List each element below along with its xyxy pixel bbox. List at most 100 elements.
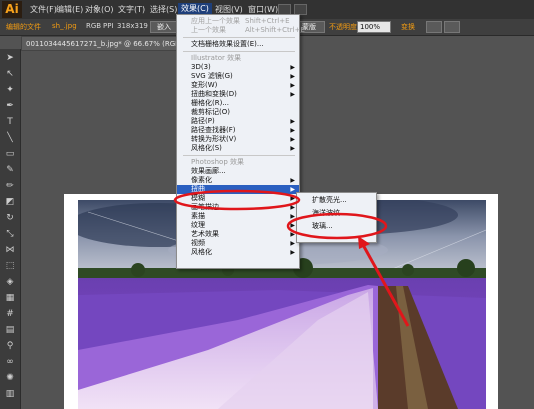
menu-section-header: Illustrator 效果 [177,54,299,63]
embed-button-label: 嵌入 [157,23,171,31]
distort-submenu-item[interactable]: 海洋波纹... [297,209,376,220]
submenu-arrow-icon: ▶ [290,186,295,193]
opacity-field[interactable]: 100% [357,21,391,33]
effect-menu-item[interactable]: 路径(P) ▶ [177,117,299,126]
menu-item-label: 效果画廊... [191,167,226,175]
magic-wand-tool-icon[interactable]: ✦ [5,85,15,95]
menu-item-shortcut: Shift+Ctrl+E [245,17,290,25]
shape-builder-tool-icon[interactable]: ◈ [5,277,15,287]
menu-separator [183,37,295,38]
submenu-arrow-icon: ▶ [290,91,295,98]
submenu-arrow-icon: ▶ [290,82,295,89]
submenu-arrow-icon: ▶ [290,136,295,143]
effect-menu-item[interactable]: 模糊 ▶ [177,194,299,203]
effect-menu-item[interactable]: 素描 ▶ [177,212,299,221]
submenu-arrow-icon: ▶ [290,195,295,202]
opacity-label[interactable]: 不透明度 [329,22,357,32]
effect-menu-item[interactable]: 转换为形状(V) ▶ [177,135,299,144]
effect-menu-item[interactable]: 像素化 ▶ [177,176,299,185]
linked-file-label[interactable]: 编辑的文件 [6,22,41,32]
distort-submenu-item[interactable]: 扩散亮光... [297,196,376,207]
perspective-tool-icon[interactable]: ▦ [5,293,15,303]
file-name-link[interactable]: sh_.jpg [52,22,77,30]
effect-menu-item[interactable]: 栅格化(R)... [177,99,299,108]
menu-item-label: 素描 [191,212,205,220]
menu-separator [183,51,295,52]
menu-item-label: Illustrator 效果 [191,54,242,62]
menu-item-shortcut: Alt+Shift+Ctrl+E [245,26,305,34]
free-transform-tool-icon[interactable]: ⬚ [5,261,15,271]
blend-tool-icon[interactable]: ∞ [5,357,15,367]
pen-tool-icon[interactable]: ✒ [5,101,15,111]
gradient-tool-icon[interactable]: ▤ [5,325,15,335]
submenu-arrow-icon: ▶ [290,213,295,220]
transform-link[interactable]: 变换 [401,22,415,32]
menu-item[interactable]: 文件(F) [30,4,57,15]
menu-item[interactable]: 选择(S) [150,4,177,15]
effect-menu-item[interactable]: 画笔描边 ▶ [177,203,299,212]
menu-section-header: Photoshop 效果 [177,158,299,167]
mesh-tool-icon[interactable]: # [5,309,15,319]
menu-item-label: 扭曲和变换(D) [191,90,237,98]
effect-menu-item[interactable]: 应用上一个效果 Shift+Ctrl+E [177,17,299,26]
menu-item-label: Photoshop 效果 [191,158,245,166]
submenu-arrow-icon: ▶ [290,222,295,229]
menu-item-label: 上一个效果 [191,26,226,34]
pencil-tool-icon[interactable]: ✏ [5,181,15,191]
symbol-sprayer-tool-icon[interactable]: ✺ [5,373,15,383]
submenu-arrow-icon: ▶ [290,64,295,71]
menu-item-label: 转换为形状(V) [191,135,237,143]
effect-menu-item[interactable]: 文档栅格效果设置(E)... [177,40,299,49]
width-tool-icon[interactable]: ⋈ [5,245,15,255]
paintbrush-tool-icon[interactable]: ✎ [5,165,15,175]
menu-item-label: 风格化(S) [191,144,222,152]
line-tool-icon[interactable]: ╲ [5,133,15,143]
effect-menu-item[interactable]: 效果画廊... [177,167,299,176]
submenu-arrow-icon: ▶ [290,240,295,247]
menu-item-label: 扩散亮光... [312,196,347,204]
effect-menu-item[interactable]: 艺术效果 ▶ [177,230,299,239]
direct-selection-tool-icon[interactable]: ↖ [5,69,15,79]
effect-menu-item[interactable]: 风格化 ▶ [177,248,299,257]
distort-submenu: 扩散亮光... 海洋波纹... 玻璃... [296,192,377,243]
submenu-arrow-icon: ▶ [290,127,295,134]
effect-menu-item[interactable]: 扭曲 ▶ [177,185,299,194]
submenu-arrow-icon: ▶ [290,73,295,80]
distort-submenu-item[interactable]: 玻璃... [297,222,376,233]
selection-tool-icon[interactable]: ➤ [5,53,15,63]
type-tool-icon[interactable]: T [5,117,15,127]
graph-tool-icon[interactable]: ▥ [5,389,15,399]
effect-menu-item[interactable]: 视频 ▶ [177,239,299,248]
effect-menu-item[interactable]: 3D(3) ▶ [177,63,299,72]
eyedropper-tool-icon[interactable]: ⚲ [5,341,15,351]
menu-item-label: SVG 滤镜(G) [191,72,233,80]
menu-item[interactable]: 对象(O) [85,4,114,15]
effect-menu-item[interactable]: 纹理 ▶ [177,221,299,230]
effect-menu-item[interactable]: 变形(W) ▶ [177,81,299,90]
app-logo: Ai [2,1,22,18]
rectangle-tool-icon[interactable]: ▭ [5,149,15,159]
menu-item-label: 3D(3) [191,63,211,71]
menu-item-label: 风格化 [191,248,212,256]
menu-item[interactable]: 编辑(E) [56,4,83,15]
menu-item[interactable]: 文字(T) [118,4,145,15]
menu-separator [183,155,295,156]
ppi-value: 318x319 [117,22,148,30]
menu-item-label: 艺术效果 [191,230,219,238]
effect-menu-item[interactable]: SVG 滤镜(G) ▶ [177,72,299,81]
document-tab-title: 0011034445617271_b.jpg* @ 66.67% (RGB/预览… [26,40,200,48]
effect-menu-item[interactable]: 扭曲和变换(D) ▶ [177,90,299,99]
effect-menu-item[interactable]: 路径查找器(F) ▶ [177,126,299,135]
eraser-tool-icon[interactable]: ◩ [5,197,15,207]
submenu-arrow-icon: ▶ [290,249,295,256]
effect-menu-item[interactable]: 裁剪标记(O) [177,108,299,117]
effect-menu-item[interactable]: 风格化(S) ▶ [177,144,299,153]
menu-item-label: 玻璃... [312,222,333,230]
menu-item-label: 扭曲 [191,185,205,193]
align-icon[interactable] [426,21,442,33]
scale-tool-icon[interactable]: ⤡ [5,229,15,239]
menu-item-label: 栅格化(R)... [191,99,230,107]
effect-menu-item[interactable]: 上一个效果 Alt+Shift+Ctrl+E [177,26,305,35]
rotate-tool-icon[interactable]: ↻ [5,213,15,223]
panel-menu-icon[interactable] [444,21,460,33]
